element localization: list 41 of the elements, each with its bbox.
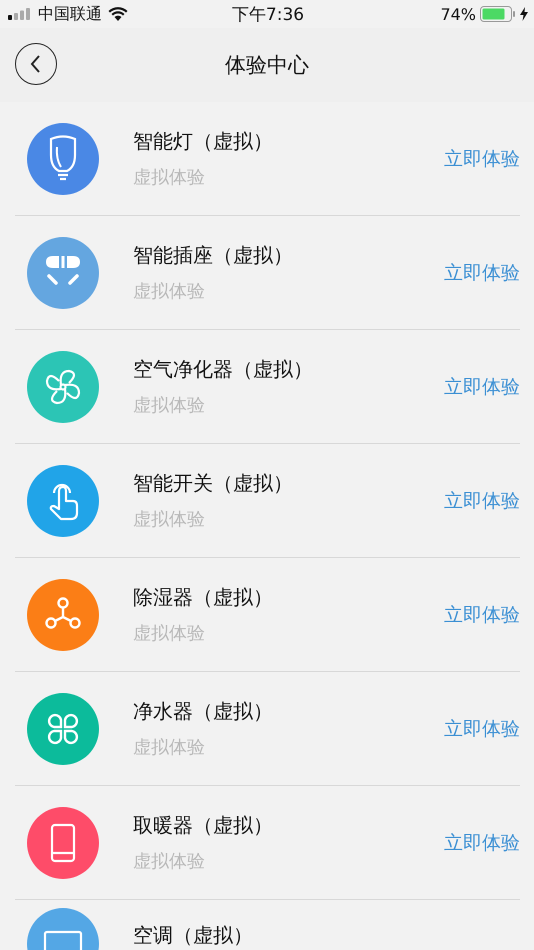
wifi-icon — [108, 7, 128, 21]
device-subtitle: 虚拟体验 — [133, 508, 206, 531]
device-row[interactable]: 智能插座（虚拟） 虚拟体验 立即体验 — [15, 216, 520, 330]
device-row[interactable]: 智能灯（虚拟） 虚拟体验 立即体验 — [15, 102, 520, 216]
connected-nodes-icon — [45, 596, 81, 628]
page-title: 体验中心 — [225, 52, 309, 79]
device-subtitle: 虚拟体验 — [133, 736, 206, 759]
device-subtitle: 虚拟体验 — [133, 394, 206, 417]
device-row[interactable]: 除湿器（虚拟） 虚拟体验 立即体验 — [15, 558, 520, 672]
device-row[interactable]: 空调（虚拟） — [15, 900, 520, 950]
device-row[interactable]: 净水器（虚拟） 虚拟体验 立即体验 — [15, 672, 520, 786]
device-name: 空气净化器（虚拟） — [133, 356, 314, 383]
socket-icon — [46, 256, 80, 284]
device-subtitle: 虚拟体验 — [133, 622, 206, 645]
device-row[interactable]: 空气净化器（虚拟） 虚拟体验 立即体验 — [15, 330, 520, 444]
battery-icon — [480, 6, 516, 22]
device-name: 取暖器（虚拟） — [133, 812, 274, 839]
clock-time: 下午7:36 — [232, 4, 304, 26]
air-conditioner-icon — [44, 930, 82, 950]
device-name: 空调（虚拟） — [133, 922, 254, 949]
device-name: 智能插座（虚拟） — [133, 242, 294, 269]
signal-icon — [8, 8, 32, 20]
device-subtitle: 虚拟体验 — [133, 280, 206, 303]
device-subtitle: 虚拟体验 — [133, 166, 206, 189]
battery-percent: 74% — [440, 4, 476, 24]
device-name: 净水器（虚拟） — [133, 698, 274, 725]
fan-icon — [46, 369, 80, 404]
back-icon — [30, 54, 42, 74]
back-button[interactable] — [15, 43, 57, 85]
device-row[interactable]: 取暖器（虚拟） 虚拟体验 立即体验 — [15, 786, 520, 900]
clover-icon — [48, 713, 78, 744]
heater-icon — [50, 823, 76, 862]
device-name: 智能开关（虚拟） — [133, 470, 294, 497]
device-row[interactable]: 智能开关（虚拟） 虚拟体验 立即体验 — [15, 444, 520, 558]
device-name: 智能灯（虚拟） — [133, 128, 274, 155]
device-name: 除湿器（虚拟） — [133, 584, 274, 611]
carrier-name: 中国联通 — [38, 4, 102, 24]
device-subtitle: 虚拟体验 — [133, 850, 206, 873]
bulb-icon — [50, 134, 76, 180]
pointing-hand-icon — [50, 483, 78, 520]
charging-bolt-icon — [520, 7, 528, 21]
